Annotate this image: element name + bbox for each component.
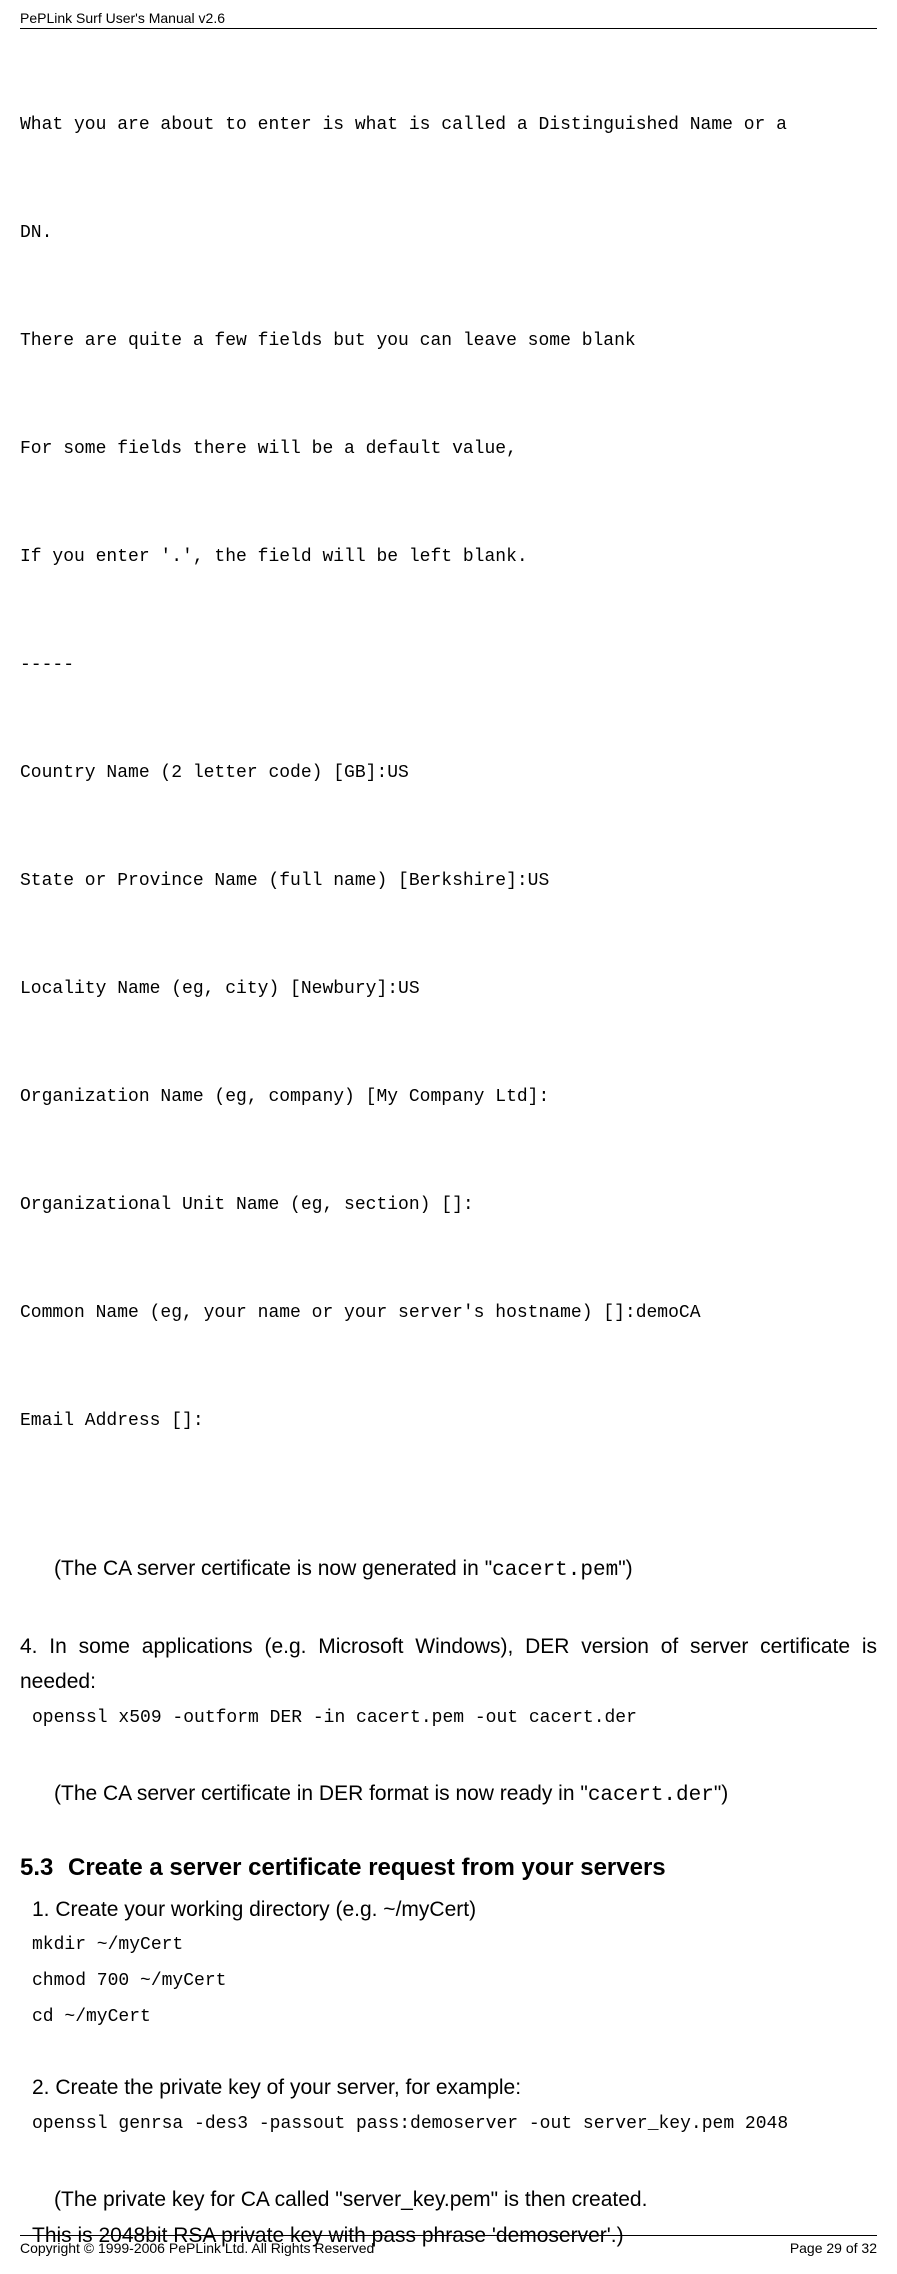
note-private-key-line1: (The private key for CA called "server_k… xyxy=(54,2182,877,2218)
section-5-3-heading: 5.3Create a server certificate request f… xyxy=(20,1854,877,1882)
page: PePLink Surf User's Manual v2.6 What you… xyxy=(0,0,897,2274)
note-prefix: (The CA server certificate is now genera… xyxy=(54,1557,492,1580)
header-title: PePLink Surf User's Manual v2.6 xyxy=(20,10,225,26)
step-4-text: 4. In some applications (e.g. Microsoft … xyxy=(20,1629,877,1700)
note-suffix: ") xyxy=(618,1557,632,1580)
term-line: Common Name (eg, your name or your serve… xyxy=(20,1295,877,1331)
term-line: There are quite a few fields but you can… xyxy=(20,323,877,359)
section-title: Create a server certificate request from… xyxy=(68,1854,666,1881)
term-line: DN. xyxy=(20,215,877,251)
footer-page-number: Page 29 of 32 xyxy=(790,2240,877,2256)
note-code: cacert.der xyxy=(588,1784,714,1807)
s53-step1-code2: chmod 700 ~/myCert xyxy=(32,1963,877,1999)
footer-copyright: Copyright © 1999-2006 PePLink Ltd. All R… xyxy=(20,2240,374,2256)
term-line: Organizational Unit Name (eg, section) [… xyxy=(20,1187,877,1223)
page-header: PePLink Surf User's Manual v2.6 xyxy=(20,10,877,29)
note-suffix: ") xyxy=(714,1782,728,1805)
term-line: ----- xyxy=(20,647,877,683)
term-line: What you are about to enter is what is c… xyxy=(20,107,877,143)
term-line: Organization Name (eg, company) [My Comp… xyxy=(20,1079,877,1115)
note-der-ready: (The CA server certificate in DER format… xyxy=(54,1776,877,1814)
section-number: 5.3 xyxy=(20,1854,68,1882)
term-line: State or Province Name (full name) [Berk… xyxy=(20,863,877,899)
term-line: Locality Name (eg, city) [Newbury]:US xyxy=(20,971,877,1007)
note-code: cacert.pem xyxy=(492,1559,618,1582)
term-line: For some fields there will be a default … xyxy=(20,431,877,467)
s53-step1-code3: cd ~/myCert xyxy=(32,1999,877,2035)
s53-step1-code1: mkdir ~/myCert xyxy=(32,1927,877,1963)
s53-step1-text: 1. Create your working directory (e.g. ~… xyxy=(32,1892,877,1928)
step-4-code: openssl x509 -outform DER -in cacert.pem… xyxy=(32,1700,877,1736)
term-line: Email Address []: xyxy=(20,1403,877,1439)
note-certificate-generated: (The CA server certificate is now genera… xyxy=(54,1551,877,1589)
term-line: Country Name (2 letter code) [GB]:US xyxy=(20,755,877,791)
s53-step2-text: 2. Create the private key of your server… xyxy=(32,2070,877,2106)
s53-step2-code: openssl genrsa -des3 -passout pass:demos… xyxy=(32,2106,877,2142)
terminal-output-block: What you are about to enter is what is c… xyxy=(20,35,877,1511)
note-prefix: (The CA server certificate in DER format… xyxy=(54,1782,588,1805)
page-footer: Copyright © 1999-2006 PePLink Ltd. All R… xyxy=(20,2235,877,2256)
term-line: If you enter '.', the field will be left… xyxy=(20,539,877,575)
